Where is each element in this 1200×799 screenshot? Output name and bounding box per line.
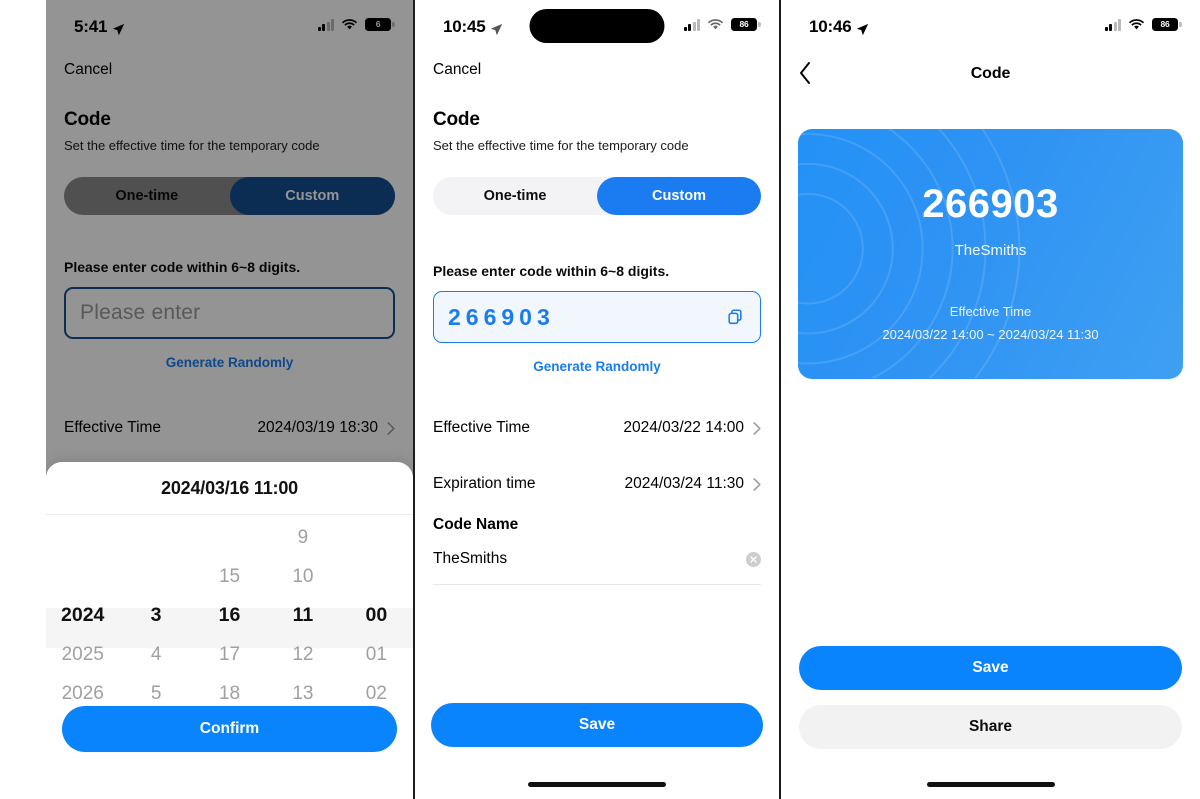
card-code-value: 266903 (922, 182, 1059, 226)
picker-cell-day[interactable]: 15 (193, 566, 266, 588)
generate-randomly-button[interactable]: Generate Randomly (415, 359, 779, 374)
page-subtitle: Set the effective time for the temporary… (433, 138, 689, 153)
card-effective-range: 2024/03/22 14:00 ~ 2024/03/24 11:30 (882, 327, 1099, 342)
status-indicators: 86 (1104, 18, 1182, 31)
share-button[interactable]: Share (799, 705, 1182, 749)
phone-panel-2: 10:45 86 Cancel Code Set the effective t… (415, 0, 779, 799)
picker-cell-hour[interactable]: 9 (266, 527, 339, 549)
picker-row[interactable]: 2026 5 18 13 02 (46, 674, 413, 713)
status-indicators: 86 (683, 18, 761, 31)
code-input[interactable]: 266903 (433, 291, 761, 343)
picker-cell-hour[interactable]: 11 (266, 604, 339, 627)
save-button[interactable]: Save (431, 703, 763, 747)
datetime-picker[interactable]: 9 15 10 2024 3 16 11 00 2025 4 17 12 01 … (46, 515, 413, 704)
effective-time-value: 2024/03/22 14:00 (623, 419, 744, 436)
picker-row-selected[interactable]: 2024 3 16 11 00 (46, 596, 413, 635)
datetime-picker-sheet: 2024/03/16 11:00 9 15 10 2024 3 16 11 00… (46, 462, 413, 799)
chevron-left-icon[interactable] (799, 62, 811, 84)
picker-cell-day[interactable]: 17 (193, 644, 266, 666)
expiration-time-right: 2024/03/24 11:30 (624, 475, 761, 493)
picker-cell-hour[interactable]: 13 (266, 683, 339, 705)
cellular-signal-icon (683, 18, 700, 31)
status-bar: 10:45 86 (415, 0, 779, 52)
card-content: 266903 TheSmiths Effective Time 2024/03/… (798, 129, 1183, 379)
code-input-value: 266903 (448, 303, 555, 330)
copy-icon[interactable] (726, 308, 744, 326)
picker-cell-hour[interactable]: 12 (266, 644, 339, 666)
picker-cell-year[interactable]: 2025 (46, 644, 119, 666)
status-time-group: 10:45 (443, 17, 503, 37)
picker-cell-minute[interactable]: 00 (340, 604, 413, 627)
cancel-button[interactable]: Cancel (415, 52, 779, 79)
code-hint: Please enter code within 6~8 digits. (433, 263, 670, 279)
page-title: Code (970, 65, 1011, 82)
wifi-icon (1128, 18, 1145, 31)
card-code-name: TheSmiths (954, 242, 1027, 259)
cellular-signal-icon (1104, 18, 1121, 31)
status-time: 10:45 (443, 17, 486, 36)
dynamic-island (529, 9, 665, 43)
location-arrow-icon (490, 21, 503, 35)
card-effective-label: Effective Time (949, 304, 1032, 319)
expiration-time-row[interactable]: Expiration time 2024/03/24 11:30 (415, 456, 779, 512)
phone-panel-1: 5:41 6 Cancel Code Set the effective tim… (46, 0, 413, 799)
code-name-label: Code Name (433, 516, 519, 533)
segment-custom[interactable]: Custom (597, 177, 761, 215)
code-name-field[interactable]: TheSmiths (415, 534, 779, 584)
chevron-right-icon (753, 477, 761, 491)
battery-level: 86 (1160, 19, 1170, 30)
status-time: 10:46 (809, 17, 852, 36)
status-bar: 10:46 86 (781, 0, 1200, 52)
chevron-right-icon (753, 421, 761, 435)
picker-cell-year[interactable]: 2024 (46, 604, 119, 627)
picker-cell-minute[interactable]: 01 (340, 644, 413, 666)
picker-cell-minute[interactable]: 02 (340, 683, 413, 705)
picker-cell-day[interactable]: 16 (193, 604, 266, 627)
location-arrow-icon (856, 21, 869, 35)
effective-time-row[interactable]: Effective Time 2024/03/22 14:00 (415, 400, 779, 456)
code-card: 266903 TheSmiths Effective Time 2024/03/… (798, 129, 1183, 379)
home-indicator (528, 782, 666, 787)
picker-row[interactable]: 2025 4 17 12 01 (46, 635, 413, 674)
navigation-bar: Code (781, 52, 1200, 96)
segmented-control[interactable]: One-time Custom (433, 177, 761, 215)
code-name-value: TheSmiths (433, 550, 508, 567)
picker-cell-month[interactable]: 4 (119, 644, 192, 666)
picker-cell-month[interactable]: 5 (119, 683, 192, 705)
phone-panel-3: 10:46 86 Code 266903 TheSmiths Effective… (781, 0, 1200, 799)
segment-one-time[interactable]: One-time (433, 177, 597, 215)
picker-cell-hour[interactable]: 10 (266, 566, 339, 588)
picker-header: 2024/03/16 11:00 (161, 478, 298, 498)
save-button[interactable]: Save (799, 646, 1182, 690)
effective-time-label: Effective Time (433, 419, 531, 436)
effective-time-right: 2024/03/22 14:00 (623, 419, 761, 437)
screenshot-stage: 5:41 6 Cancel Code Set the effective tim… (0, 0, 1200, 799)
code-name-underline (433, 584, 761, 585)
expiration-time-label: Expiration time (433, 475, 536, 492)
page-title: Code (433, 109, 480, 130)
battery-icon: 86 (731, 18, 761, 31)
picker-cell-year[interactable]: 2026 (46, 683, 119, 705)
expiration-time-value: 2024/03/24 11:30 (624, 475, 744, 492)
status-time-group: 10:46 (809, 17, 869, 37)
clear-circle-icon[interactable] (746, 551, 761, 567)
home-indicator (926, 782, 1055, 787)
picker-cell-day[interactable]: 18 (193, 683, 266, 705)
picker-row[interactable]: 9 (46, 518, 413, 557)
battery-level: 86 (739, 19, 749, 30)
wifi-icon (707, 18, 724, 31)
picker-row[interactable]: 15 10 (46, 557, 413, 596)
battery-icon: 86 (1152, 18, 1182, 31)
picker-cell-month[interactable]: 3 (119, 604, 192, 627)
